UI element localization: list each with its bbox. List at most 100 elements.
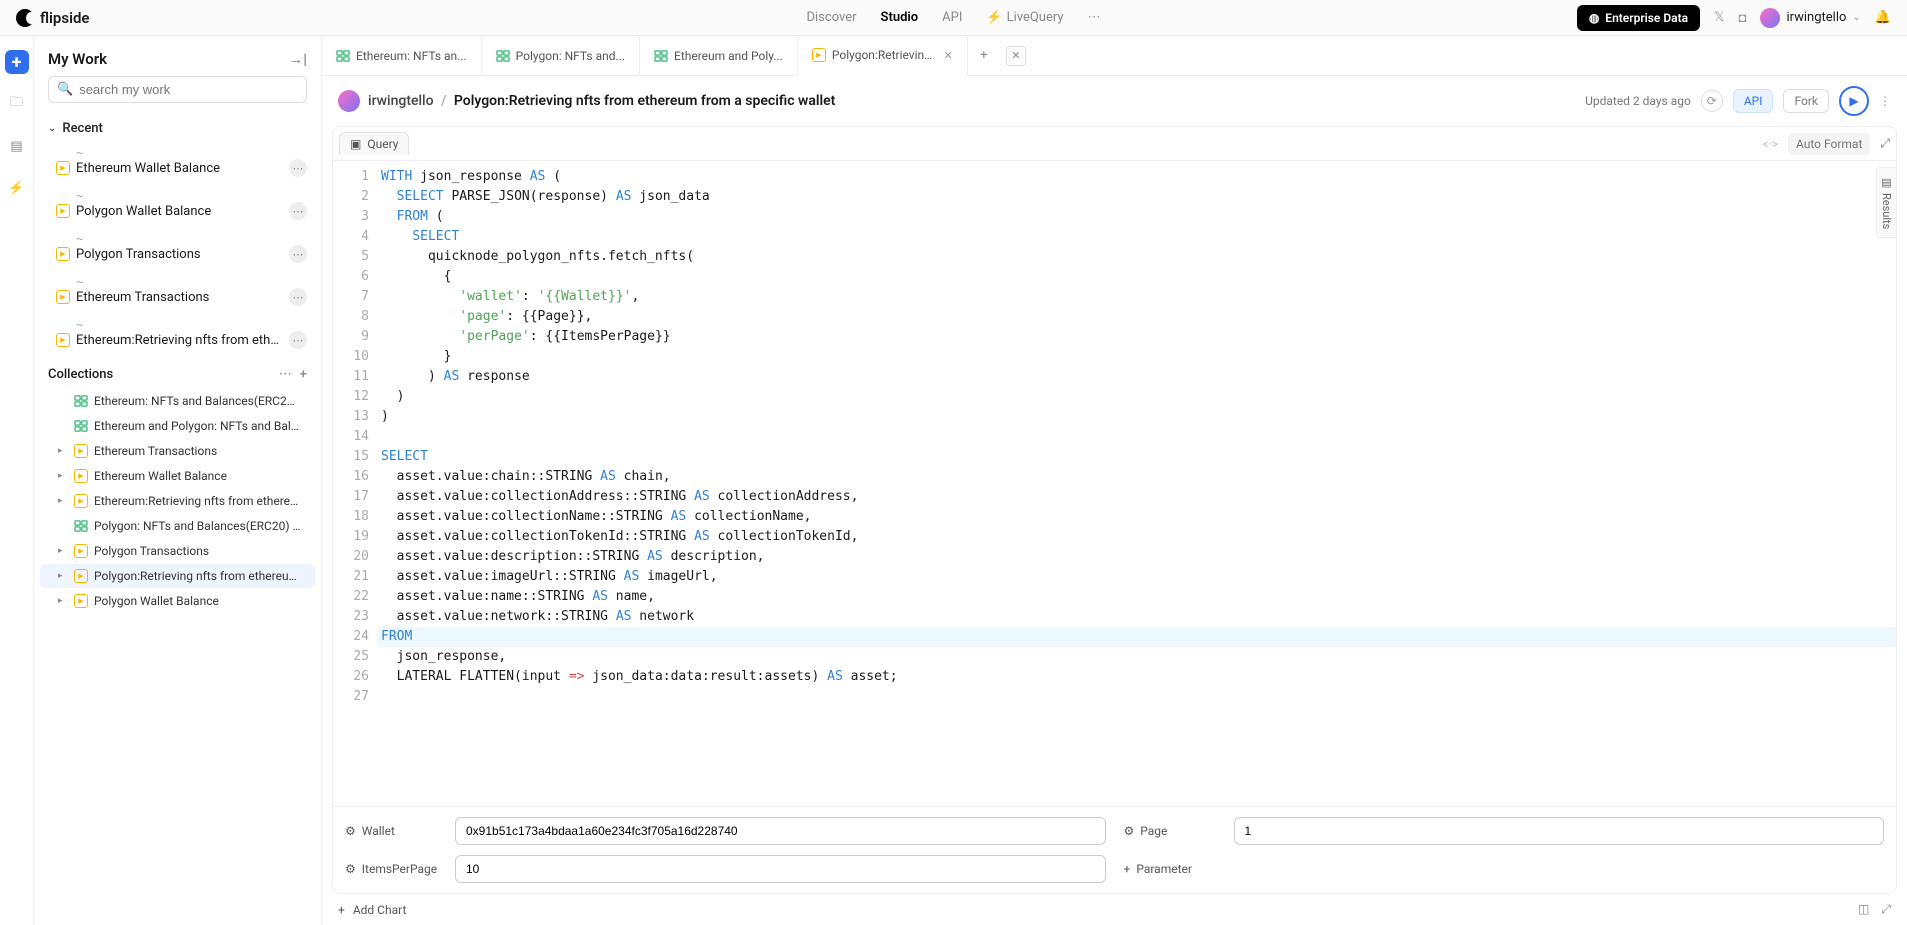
code-line[interactable]: } <box>377 347 1896 367</box>
close-all-tabs-button[interactable]: ✕ <box>1006 46 1026 66</box>
code-line[interactable]: 'perPage': {{ItemsPerPage}} <box>377 327 1896 347</box>
code-line[interactable]: LATERAL FLATTEN(input => json_data:data:… <box>377 667 1896 687</box>
results-tab[interactable]: ▤ Results <box>1876 167 1897 238</box>
folder-icon[interactable]: 🗀 <box>5 92 29 116</box>
code-line[interactable]: 'page': {{Page}}, <box>377 307 1896 327</box>
recent-item[interactable]: ~Ethereum Wallet Balance⋯ <box>34 140 321 183</box>
nav-discover[interactable]: Discover <box>806 10 856 25</box>
collection-item[interactable]: Polygon: NFTs and Balances(ERC20) fro... <box>40 514 315 538</box>
code-line[interactable]: json_response, <box>377 647 1896 667</box>
code-line[interactable]: ) <box>377 387 1896 407</box>
param-icon: ⚙ <box>345 824 356 838</box>
discord-icon[interactable]: ◘ <box>1739 10 1747 26</box>
query-tab[interactable]: ▣ Query <box>339 132 409 155</box>
recent-item[interactable]: ~Polygon Transactions⋯ <box>34 226 321 269</box>
item-menu-icon[interactable]: ⋯ <box>289 288 307 306</box>
close-icon[interactable]: ✕ <box>944 49 953 62</box>
collection-item[interactable]: Ethereum and Polygon: NFTs and Balanc... <box>40 414 315 438</box>
nav-api[interactable]: API <box>942 10 962 25</box>
code-line[interactable]: 'wallet': '{{Wallet}}', <box>377 287 1896 307</box>
expand-full-icon[interactable]: ⤢ <box>1881 902 1891 917</box>
item-menu-icon[interactable]: ⋯ <box>289 202 307 220</box>
code-line[interactable] <box>377 687 1896 707</box>
more-icon[interactable]: ⋮ <box>1879 94 1891 108</box>
code-line[interactable]: asset.value:name::STRING AS name, <box>377 587 1896 607</box>
collection-item[interactable]: ▸Ethereum Wallet Balance <box>40 464 315 488</box>
user-menu[interactable]: irwingtello ⌄ <box>1760 8 1860 28</box>
param-icon: ⚙ <box>1124 824 1135 838</box>
code-brackets-icon[interactable]: <·> <box>1762 137 1778 151</box>
collection-item[interactable]: ▸Polygon:Retrieving nfts from ethereum f… <box>40 564 315 588</box>
logo[interactable]: flipside <box>16 9 90 27</box>
collections-add-icon[interactable]: + <box>300 367 307 382</box>
file-tab[interactable]: Ethereum: NFTs an... <box>322 36 482 75</box>
collection-item[interactable]: ▸Polygon Transactions <box>40 539 315 563</box>
twitter-icon[interactable]: 𝕏 <box>1714 10 1724 25</box>
recent-item[interactable]: ~Ethereum:Retrieving nfts from ethereum … <box>34 312 321 355</box>
code-line[interactable]: asset.value:description::STRING AS descr… <box>377 547 1896 567</box>
collection-item[interactable]: Ethereum: NFTs and Balances(ERC20) fr... <box>40 389 315 413</box>
nav-studio[interactable]: Studio <box>881 10 919 25</box>
param-ipp-input[interactable] <box>455 855 1106 883</box>
code-line[interactable]: { <box>377 267 1896 287</box>
collection-item[interactable]: ▸Ethereum:Retrieving nfts from ethereum.… <box>40 489 315 513</box>
add-parameter-button[interactable]: + Parameter <box>1124 855 1885 883</box>
code-line[interactable]: ) <box>377 407 1896 427</box>
enterprise-data-button[interactable]: ◍ Enterprise Data <box>1577 5 1700 31</box>
code-line[interactable]: SELECT PARSE_JSON(response) AS json_data <box>377 187 1896 207</box>
item-menu-icon[interactable]: ⋯ <box>289 159 307 177</box>
recent-item-label: Polygon Wallet Balance <box>76 204 283 219</box>
file-tab[interactable]: Polygon: NFTs and... <box>482 36 640 75</box>
code-line[interactable]: FROM ( <box>377 207 1896 227</box>
fork-button[interactable]: Fork <box>1783 89 1829 113</box>
recent-item[interactable]: ~Ethereum Transactions⋯ <box>34 269 321 312</box>
code-line[interactable] <box>377 427 1896 447</box>
add-chart-button[interactable]: Add Chart <box>353 903 407 917</box>
param-wallet-label: ⚙Wallet <box>345 824 445 838</box>
avatar <box>1760 8 1780 28</box>
code-line[interactable]: SELECT <box>377 447 1896 467</box>
bolt-rail-icon[interactable]: ⚡ <box>5 176 29 200</box>
param-page-input[interactable] <box>1234 817 1885 845</box>
collection-item[interactable]: ▸Ethereum Transactions <box>40 439 315 463</box>
nav-more-icon[interactable]: ⋯ <box>1088 10 1101 25</box>
bell-icon[interactable]: 🔔 <box>1875 10 1891 25</box>
file-tab[interactable]: Polygon:Retrieving...✕ <box>798 36 968 76</box>
recent-item[interactable]: ~Polygon Wallet Balance⋯ <box>34 183 321 226</box>
nav-livequery[interactable]: ⚡LiveQuery <box>986 10 1063 25</box>
expand-icon[interactable]: ⤢ <box>1880 136 1890 151</box>
item-menu-icon[interactable]: ⋯ <box>289 331 307 349</box>
run-button[interactable]: ▶ <box>1839 86 1869 116</box>
code-line[interactable]: asset.value:imageUrl::STRING AS imageUrl… <box>377 567 1896 587</box>
query-file-icon <box>74 444 88 458</box>
collections-more-icon[interactable]: ⋯ <box>279 367 292 382</box>
line-number: 12 <box>333 387 369 407</box>
api-button[interactable]: API <box>1733 89 1774 113</box>
new-tab-button[interactable]: + <box>968 36 1000 75</box>
code-line[interactable]: SELECT <box>377 227 1896 247</box>
database-icon[interactable]: ▤ <box>5 134 29 158</box>
collapse-sidebar-icon[interactable]: →| <box>288 50 307 68</box>
line-number: 24 <box>333 627 369 647</box>
code-line[interactable]: asset.value:collectionAddress::STRING AS… <box>377 487 1896 507</box>
auto-format-button[interactable]: Auto Format <box>1788 133 1870 155</box>
code-line[interactable]: asset.value:network::STRING AS network <box>377 607 1896 627</box>
code-line[interactable]: asset.value:collectionTokenId::STRING AS… <box>377 527 1896 547</box>
recent-section[interactable]: ⌄ Recent <box>34 113 321 140</box>
code-line[interactable]: quicknode_polygon_nfts.fetch_nfts( <box>377 247 1896 267</box>
code-line[interactable]: ) AS response <box>377 367 1896 387</box>
code-line[interactable]: FROM <box>377 627 1896 647</box>
param-ipp-label: ⚙ItemsPerPage <box>345 862 445 876</box>
file-tab[interactable]: Ethereum and Poly... <box>640 36 798 75</box>
item-menu-icon[interactable]: ⋯ <box>289 245 307 263</box>
code-line[interactable]: asset.value:chain::STRING AS chain, <box>377 467 1896 487</box>
code-line[interactable]: asset.value:collectionName::STRING AS co… <box>377 507 1896 527</box>
history-icon[interactable]: ⟳ <box>1701 90 1723 112</box>
code-line[interactable]: WITH json_response AS ( <box>377 167 1896 187</box>
search-input[interactable] <box>79 82 298 97</box>
new-button[interactable]: + <box>5 50 29 74</box>
layout-icon[interactable]: ◫ <box>1858 902 1869 917</box>
param-wallet-input[interactable] <box>455 817 1106 845</box>
line-number: 1 <box>333 167 369 187</box>
collection-item[interactable]: ▸Polygon Wallet Balance <box>40 589 315 613</box>
